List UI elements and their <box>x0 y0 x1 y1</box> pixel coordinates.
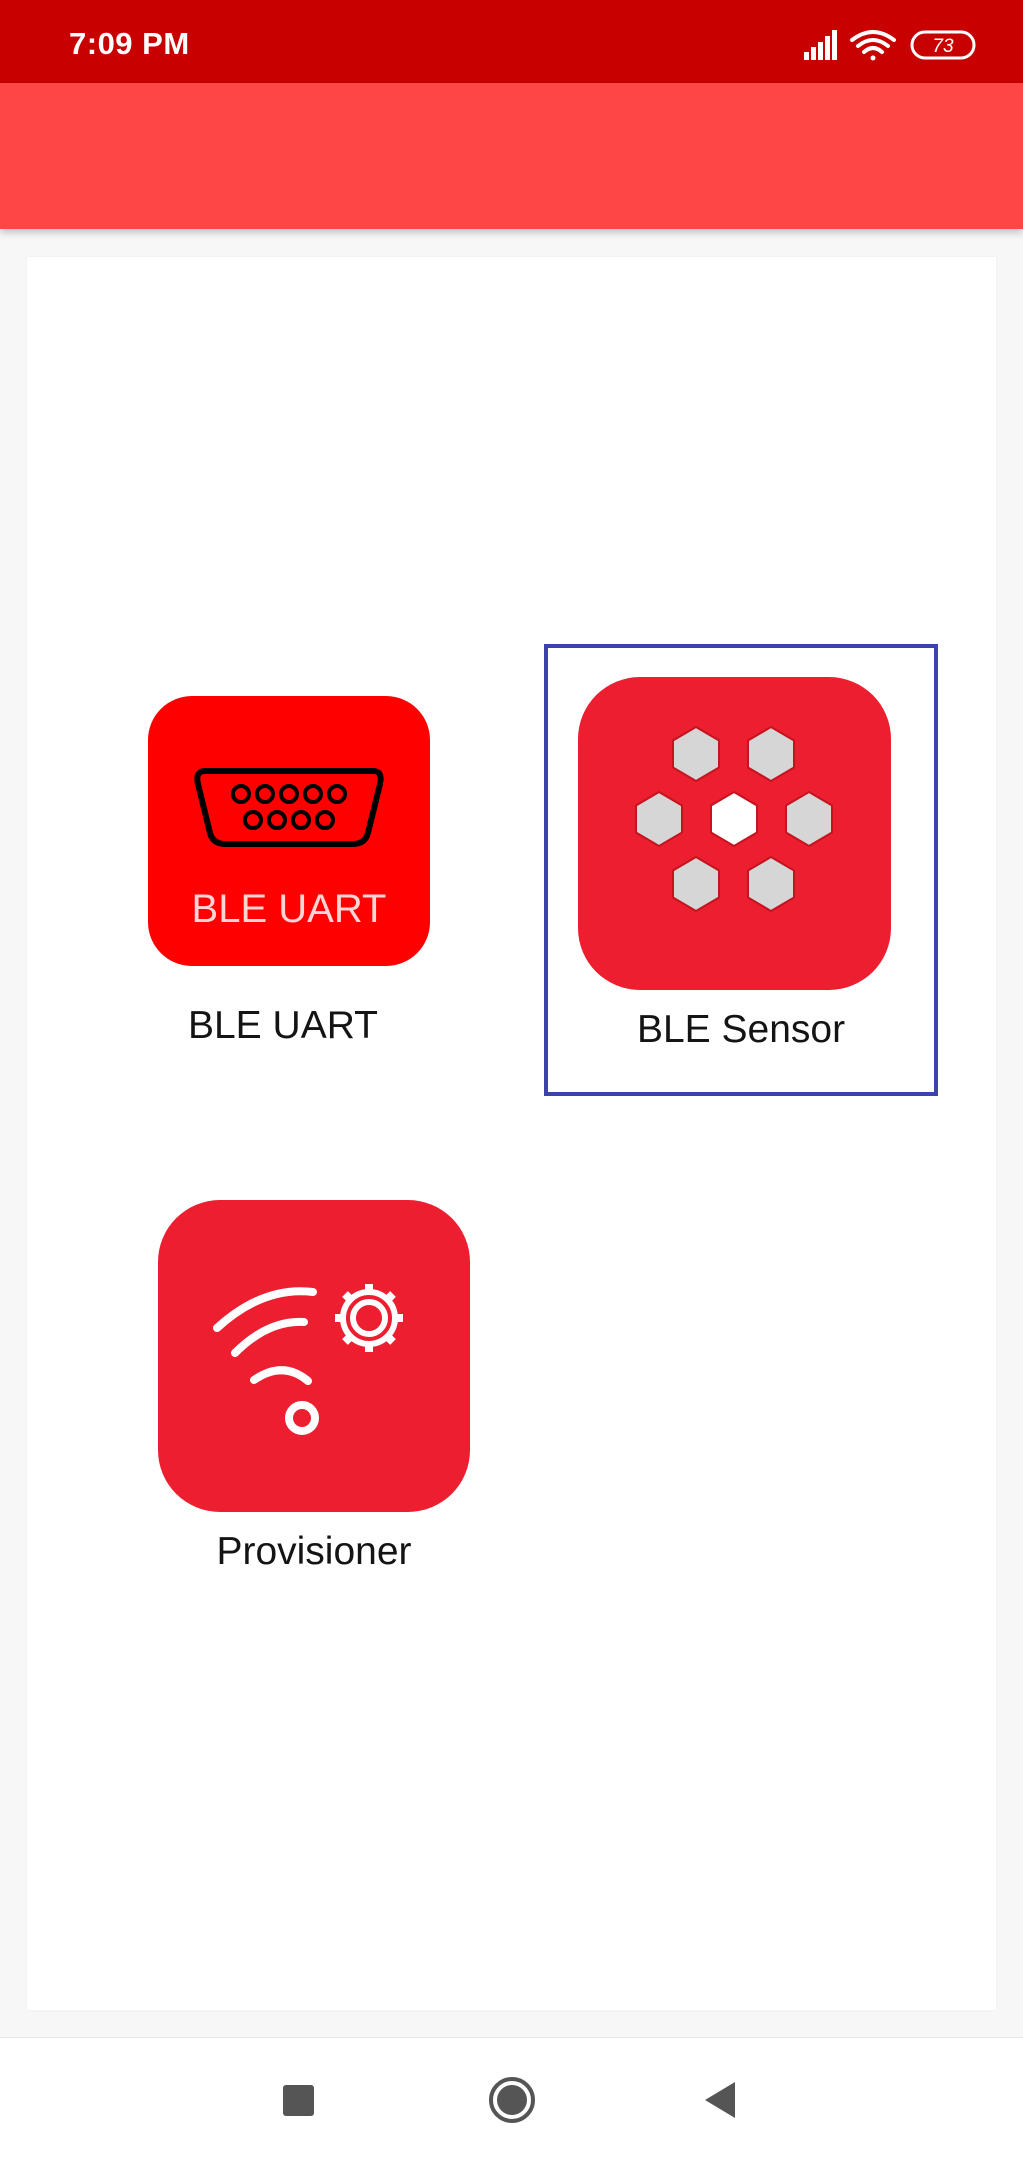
app-tile-provisioner[interactable]: Provisioner <box>158 1200 470 1580</box>
square-icon <box>283 2085 314 2116</box>
back-button[interactable] <box>671 2038 771 2160</box>
serial-port-icon: BLE UART <box>148 696 430 966</box>
app-label-ble-sensor: BLE Sensor <box>636 1008 846 1051</box>
wifi-icon <box>850 30 896 61</box>
app-tile-ble-uart[interactable]: BLE UART BLE UART <box>130 692 436 1072</box>
uart-icon-text: BLE UART <box>192 887 387 931</box>
app-label-ble-uart: BLE UART <box>187 1004 378 1047</box>
hexagon-cluster-icon <box>578 677 891 990</box>
app-tile-ble-sensor[interactable]: BLE Sensor <box>544 644 938 1096</box>
status-bar: 7:09 PM 73 <box>0 0 1023 83</box>
app-grid-card <box>27 257 996 2010</box>
status-icons: 73 <box>800 28 980 62</box>
back-triangle-icon <box>705 2082 735 2118</box>
wifi-gear-icon <box>158 1200 470 1512</box>
battery-icon: 73 <box>910 30 976 60</box>
circle-icon <box>489 2077 535 2123</box>
home-button[interactable] <box>462 2038 562 2160</box>
app-bar <box>0 83 1023 229</box>
status-time: 7:09 PM <box>69 26 190 61</box>
system-nav-bar <box>0 2037 1023 2160</box>
app-label-provisioner: Provisioner <box>216 1530 412 1573</box>
recent-apps-button[interactable] <box>248 2038 348 2160</box>
signal-icon <box>804 30 837 60</box>
battery-level: 73 <box>932 36 954 57</box>
